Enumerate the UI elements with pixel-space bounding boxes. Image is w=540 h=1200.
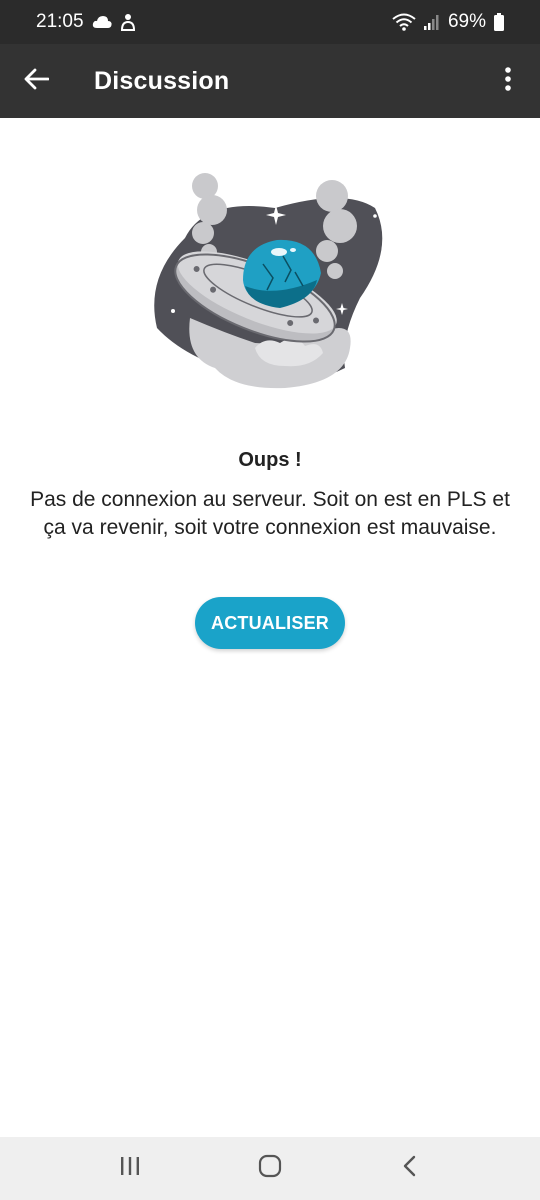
system-back-button[interactable] xyxy=(380,1139,440,1199)
crashed-ufo-illustration xyxy=(145,168,395,393)
back-button[interactable] xyxy=(0,44,72,118)
status-left: 21:05 xyxy=(36,11,136,33)
status-bar: 21:05 69% xyxy=(0,0,540,44)
wifi-icon xyxy=(392,13,416,31)
app-bar: Discussion xyxy=(0,44,540,118)
home-button[interactable] xyxy=(240,1139,300,1199)
signal-icon xyxy=(423,14,440,30)
battery-percent: 69% xyxy=(447,11,486,32)
error-message: Pas de connexion au serveur. Soit on est… xyxy=(30,488,510,539)
status-time: 21:05 xyxy=(36,11,84,32)
home-icon xyxy=(258,1154,282,1183)
error-title: Oups ! xyxy=(238,449,302,471)
refresh-button[interactable]: ACTUALISER xyxy=(195,597,345,649)
more-options-button[interactable] xyxy=(490,44,526,118)
recent-apps-button[interactable] xyxy=(100,1139,160,1199)
back-icon xyxy=(402,1155,418,1182)
battery-icon xyxy=(494,13,504,31)
status-right: 69% xyxy=(392,11,504,33)
notification-person-icon xyxy=(120,13,136,31)
more-vertical-icon xyxy=(504,66,512,96)
recent-apps-icon xyxy=(119,1156,141,1181)
cloud-icon xyxy=(92,15,112,29)
arrow-left-icon xyxy=(23,68,50,95)
page-title: Discussion xyxy=(94,66,230,95)
system-navigation-bar xyxy=(0,1137,540,1200)
